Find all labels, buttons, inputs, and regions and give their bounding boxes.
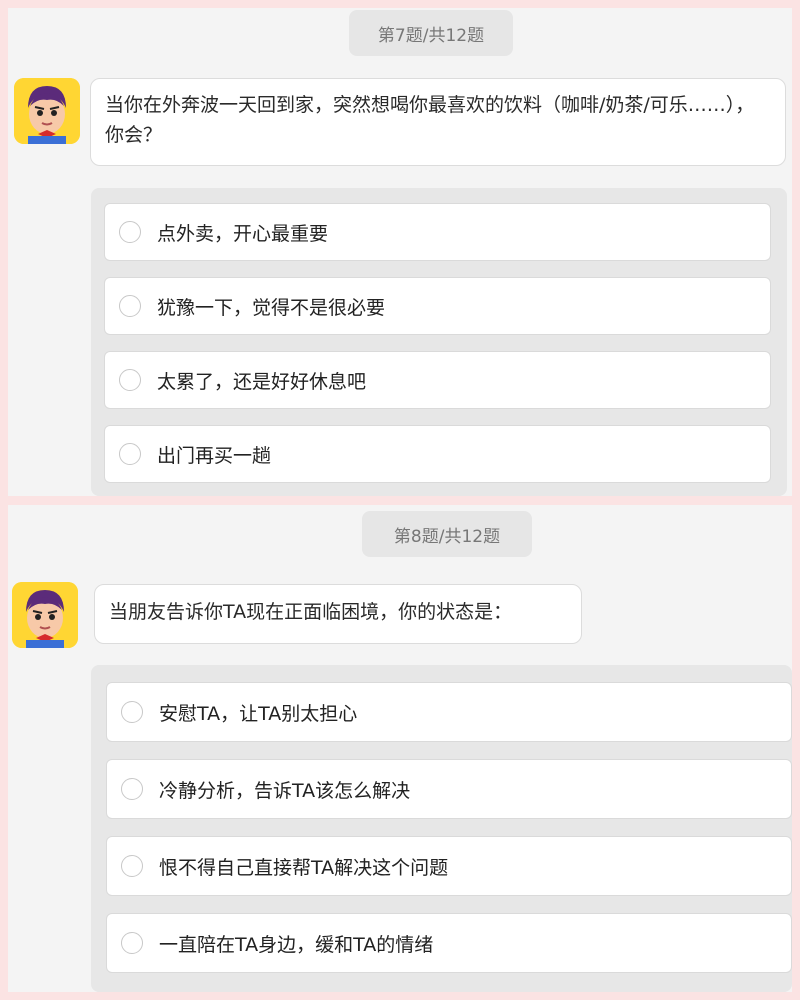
option-1[interactable]: 点外卖，开心最重要 bbox=[104, 203, 771, 261]
option-1[interactable]: 安慰TA，让TA别太担心 bbox=[106, 682, 792, 742]
option-4[interactable]: 出门再买一趟 bbox=[104, 425, 771, 483]
options-list: 点外卖，开心最重要 犹豫一下，觉得不是很必要 太累了，还是好好休息吧 出门再买一… bbox=[91, 188, 787, 496]
option-2[interactable]: 冷静分析，告诉TA该怎么解决 bbox=[106, 759, 792, 819]
cartoon-boy-avatar-icon bbox=[14, 78, 80, 144]
option-label: 太累了，还是好好休息吧 bbox=[157, 370, 367, 393]
option-label: 出门再买一趟 bbox=[157, 444, 272, 467]
radio-circle-icon[interactable] bbox=[121, 855, 143, 877]
question-card-8: 第8题/共12题 当朋友告诉你TA现在正面临困境，你的状态是： 安慰TA，让TA… bbox=[8, 505, 792, 992]
option-label: 安慰TA，让TA别太担心 bbox=[159, 702, 358, 725]
question-bubble: 当你在外奔波一天回到家，突然想喝你最喜欢的饮料（咖啡/奶茶/可乐……），你会？ bbox=[90, 78, 786, 166]
radio-circle-icon[interactable] bbox=[119, 443, 141, 465]
question-counter: 第7题/共12题 bbox=[349, 10, 513, 56]
option-label: 冷静分析，告诉TA该怎么解决 bbox=[159, 779, 411, 802]
question-bubble: 当朋友告诉你TA现在正面临困境，你的状态是： bbox=[94, 584, 582, 644]
option-4[interactable]: 一直陪在TA身边，缓和TA的情绪 bbox=[106, 913, 792, 973]
options-list: 安慰TA，让TA别太担心 冷静分析，告诉TA该怎么解决 恨不得自己直接帮TA解决… bbox=[91, 665, 792, 992]
option-3[interactable]: 恨不得自己直接帮TA解决这个问题 bbox=[106, 836, 792, 896]
radio-circle-icon[interactable] bbox=[121, 701, 143, 723]
option-label: 一直陪在TA身边，缓和TA的情绪 bbox=[159, 933, 434, 956]
radio-circle-icon[interactable] bbox=[121, 778, 143, 800]
option-label: 犹豫一下，觉得不是很必要 bbox=[157, 296, 386, 319]
radio-circle-icon[interactable] bbox=[119, 295, 141, 317]
option-3[interactable]: 太累了，还是好好休息吧 bbox=[104, 351, 771, 409]
option-label: 点外卖，开心最重要 bbox=[157, 222, 329, 245]
option-label: 恨不得自己直接帮TA解决这个问题 bbox=[159, 856, 449, 879]
cartoon-boy-avatar-icon bbox=[12, 582, 78, 648]
option-2[interactable]: 犹豫一下，觉得不是很必要 bbox=[104, 277, 771, 335]
radio-circle-icon[interactable] bbox=[119, 369, 141, 391]
radio-circle-icon[interactable] bbox=[121, 932, 143, 954]
question-card-7: 第7题/共12题 当你在外奔波一天回到家，突然想喝你最喜欢的饮料（咖啡/奶茶/可… bbox=[8, 8, 792, 496]
question-counter: 第8题/共12题 bbox=[362, 511, 532, 557]
radio-circle-icon[interactable] bbox=[119, 221, 141, 243]
